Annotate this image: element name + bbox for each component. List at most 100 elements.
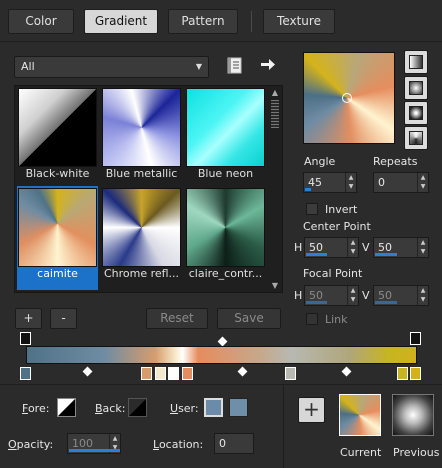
gradient-thumbnail xyxy=(186,188,265,267)
invert-checkbox[interactable] xyxy=(306,203,318,215)
tab-separator xyxy=(251,11,252,32)
center-point-handle[interactable] xyxy=(342,93,352,103)
stepper-icon[interactable]: ▲ ▼ xyxy=(347,238,358,257)
gradient-thumbnail xyxy=(102,188,181,267)
gallery-item-blue-metallic[interactable]: Blue metallic xyxy=(101,88,182,181)
fore-swatch[interactable] xyxy=(57,398,76,417)
chevron-down-icon: ▼ xyxy=(195,62,202,71)
angle-spinbox[interactable]: 45 ▲ ▼ xyxy=(303,172,357,193)
link-checkbox[interactable] xyxy=(306,313,318,325)
gallery-item-label: caimite xyxy=(37,267,78,280)
bottom-vertical-divider xyxy=(283,384,284,468)
remove-gradient-button[interactable]: - xyxy=(50,308,77,329)
stepper-icon[interactable]: ▲ ▼ xyxy=(347,286,358,305)
gallery-item-label: claire_contr... xyxy=(188,267,263,280)
stepper-icon[interactable]: ▲ ▼ xyxy=(345,173,356,192)
gallery-item-label: Blue metallic xyxy=(105,167,178,180)
color-stop[interactable] xyxy=(141,367,152,380)
center-v-value-bar xyxy=(375,253,397,256)
previous-label: Previous xyxy=(393,446,440,459)
opacity-label: Opacity: xyxy=(8,438,54,451)
opacity-stop-start[interactable] xyxy=(20,332,31,345)
tab-pattern[interactable]: Pattern xyxy=(168,9,238,34)
tab-gradient[interactable]: Gradient xyxy=(84,9,158,34)
gradient-thumbnail xyxy=(102,88,181,167)
gradient-color-bar[interactable] xyxy=(26,346,417,364)
sunburst-style-button[interactable] xyxy=(404,126,428,150)
linear-style-button[interactable] xyxy=(404,50,428,74)
color-midpoint-marker[interactable] xyxy=(82,366,93,377)
center-h-label: H xyxy=(294,241,303,254)
category-value: All xyxy=(21,60,35,73)
angle-value-bar xyxy=(305,188,311,191)
repeats-spinbox[interactable]: 0 ▲ ▼ xyxy=(373,172,429,193)
scrollbar-thumb[interactable] xyxy=(271,100,279,128)
focal-v-spinbox[interactable]: 50 ▲ ▼ xyxy=(373,285,429,306)
focal-h-spinbox[interactable]: 50 ▲ ▼ xyxy=(304,285,359,306)
tab-color[interactable]: Color xyxy=(8,9,74,34)
color-midpoint-marker[interactable] xyxy=(341,366,352,377)
save-button[interactable]: Save xyxy=(217,308,281,329)
gallery-item-blue-neon[interactable]: Blue neon xyxy=(185,88,266,181)
back-swatch[interactable] xyxy=(128,398,147,417)
gallery-item-label: Chrome refl... xyxy=(103,267,180,280)
opacity-spinbox[interactable]: 100 ▲ ▼ xyxy=(67,433,121,454)
color-stop[interactable] xyxy=(397,367,408,380)
repeats-value: 0 xyxy=(378,176,385,189)
focal-v-value-bar xyxy=(375,301,397,304)
user-color-swatch-2[interactable] xyxy=(229,398,248,417)
previous-swatch[interactable] xyxy=(392,394,434,436)
user-color-swatch-1[interactable] xyxy=(204,398,223,417)
invert-label: Invert xyxy=(325,203,358,216)
current-swatch[interactable] xyxy=(339,394,381,436)
color-midpoint-marker[interactable] xyxy=(237,366,248,377)
bottom-divider xyxy=(0,384,442,385)
color-stop[interactable] xyxy=(182,367,193,380)
center-v-label: V xyxy=(362,241,370,254)
color-stop[interactable] xyxy=(285,367,296,380)
book-icon[interactable] xyxy=(227,57,242,74)
gradient-thumbnail xyxy=(186,88,265,167)
gradient-thumbnail xyxy=(18,188,97,267)
radial-style-button[interactable] xyxy=(404,101,428,125)
gallery-scrollbar[interactable]: ▲ ▼ xyxy=(270,88,280,290)
gradient-preview[interactable] xyxy=(303,52,395,144)
link-label: Link xyxy=(325,313,348,326)
stepper-icon[interactable]: ▲ ▼ xyxy=(417,286,428,305)
add-to-swatches-button[interactable]: + xyxy=(298,397,325,423)
center-h-value-bar xyxy=(306,253,327,256)
gallery-item-black-white[interactable]: Black-white xyxy=(17,88,98,181)
focal-point-label: Focal Point xyxy=(303,267,363,280)
gallery-item-claire-contrast[interactable]: claire_contr... xyxy=(185,186,266,281)
color-stop[interactable] xyxy=(20,367,31,380)
gradient-thumbnail xyxy=(18,88,97,167)
center-v-spinbox[interactable]: 50 ▲ ▼ xyxy=(373,237,429,258)
opacity-value-bar xyxy=(69,449,120,452)
color-stop[interactable] xyxy=(155,367,166,380)
scroll-up-icon[interactable]: ▲ xyxy=(270,88,280,97)
tab-texture[interactable]: Texture xyxy=(263,9,335,34)
color-stop[interactable] xyxy=(168,367,179,380)
color-stop[interactable] xyxy=(410,367,421,380)
stepper-icon[interactable]: ▲ ▼ xyxy=(417,173,428,192)
user-label: User: xyxy=(170,402,199,415)
right-arrow-icon[interactable] xyxy=(260,57,276,72)
opacity-midpoint-marker[interactable] xyxy=(217,336,228,347)
rectangular-style-button[interactable] xyxy=(404,76,428,100)
gradient-gallery[interactable]: Black-white Blue metallic Blue neon caim… xyxy=(14,85,283,293)
gallery-item-caimite[interactable]: caimite xyxy=(17,186,98,290)
center-h-spinbox[interactable]: 50 ▲ ▼ xyxy=(304,237,359,258)
repeats-label: Repeats xyxy=(373,155,418,168)
scroll-down-icon[interactable]: ▼ xyxy=(270,281,280,290)
fore-label: Fore: xyxy=(22,402,50,415)
location-input[interactable]: 0 xyxy=(214,433,254,454)
stepper-icon[interactable]: ▲ ▼ xyxy=(417,238,428,257)
reset-button[interactable]: Reset xyxy=(146,308,208,329)
back-label: Back: xyxy=(95,402,126,415)
category-dropdown[interactable]: All ▼ xyxy=(14,56,209,78)
gallery-item-chrome-reflect[interactable]: Chrome refl... xyxy=(101,186,182,281)
opacity-stop-end[interactable] xyxy=(410,332,421,345)
location-label: Location: xyxy=(153,438,204,451)
focal-h-label: H xyxy=(294,289,303,302)
add-gradient-button[interactable]: + xyxy=(15,308,42,329)
